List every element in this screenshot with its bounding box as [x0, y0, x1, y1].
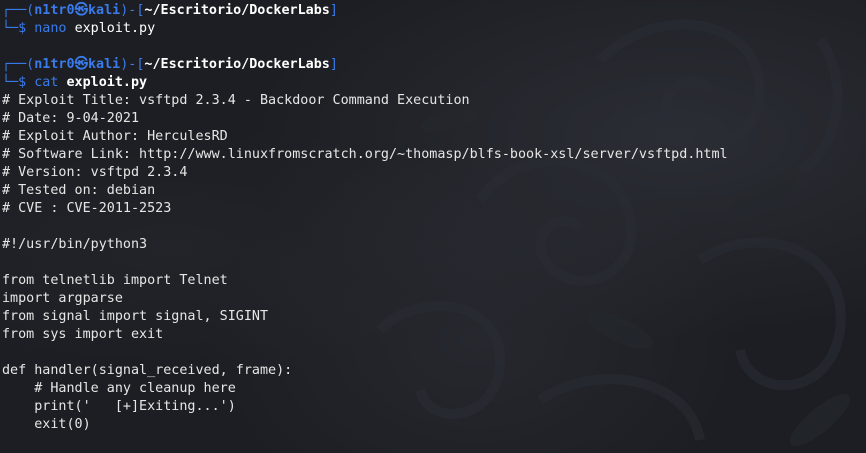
command-arg: exploit.py — [66, 75, 148, 90]
output-line: print(' [+]Exiting...') — [2, 399, 236, 414]
prompt-line-bottom: └─$ cat exploit.py — [2, 74, 866, 92]
prompt-path: ~/Escritorio/DockerLabs — [144, 3, 330, 18]
command-name: nano — [34, 21, 67, 36]
command-name: cat — [34, 75, 59, 90]
prompt-frame: ┌──( — [2, 57, 35, 72]
prompt-frame: )-[ — [120, 3, 145, 18]
prompt-user: n1tr0 — [34, 3, 75, 18]
command-arg: exploit.py — [74, 21, 156, 36]
output-line: import argparse — [2, 291, 123, 306]
prompt-line-top: ┌──(n1tr0㉿kali)-[~/Escritorio/DockerLabs… — [2, 2, 866, 20]
output-line: from sys import exit — [2, 327, 164, 342]
output-line: # Exploit Title: vsftpd 2.3.4 - Backdoor… — [2, 93, 470, 108]
prompt-frame: ┌──( — [2, 3, 35, 18]
output-line: from telnetlib import Telnet — [2, 273, 228, 288]
output-line: # Version: vsftpd 2.3.4 — [2, 165, 188, 180]
prompt-dollar: └─$ — [2, 21, 35, 36]
output-line: # Exploit Author: HerculesRD — [2, 129, 228, 144]
prompt-dollar: └─$ — [2, 75, 35, 90]
prompt-line-bottom: └─$ nano exploit.py — [2, 20, 866, 38]
output-line: # Software Link: http://www.linuxfromscr… — [2, 147, 728, 162]
output-line: #!/usr/bin/python3 — [2, 237, 148, 252]
terminal-content: ┌──(n1tr0㉿kali)-[~/Escritorio/DockerLabs… — [2, 2, 866, 434]
prompt-host: kali — [87, 3, 121, 18]
prompt-frame: ] — [329, 57, 338, 72]
output-line: # Tested on: debian — [2, 183, 156, 198]
prompt-path: ~/Escritorio/DockerLabs — [144, 57, 330, 72]
output-line: # Date: 9-04-2021 — [2, 111, 140, 126]
prompt-line-top: ┌──(n1tr0㉿kali)-[~/Escritorio/DockerLabs… — [2, 56, 866, 74]
output-line: # CVE : CVE-2011-2523 — [2, 201, 172, 216]
kali-skull-icon: ㉿ — [74, 3, 88, 18]
prompt-user: n1tr0 — [34, 57, 75, 72]
kali-skull-icon: ㉿ — [74, 57, 88, 72]
output-line: def handler(signal_received, frame): — [2, 363, 293, 378]
prompt-host: kali — [87, 57, 121, 72]
prompt-frame: )-[ — [120, 57, 145, 72]
output-line: exit(0) — [2, 417, 91, 432]
terminal-window[interactable]: ┌──(n1tr0㉿kali)-[~/Escritorio/DockerLabs… — [0, 0, 866, 453]
output-line: # Handle any cleanup here — [2, 381, 236, 396]
output-line: from signal import signal, SIGINT — [2, 309, 269, 324]
prompt-frame: ] — [329, 3, 338, 18]
